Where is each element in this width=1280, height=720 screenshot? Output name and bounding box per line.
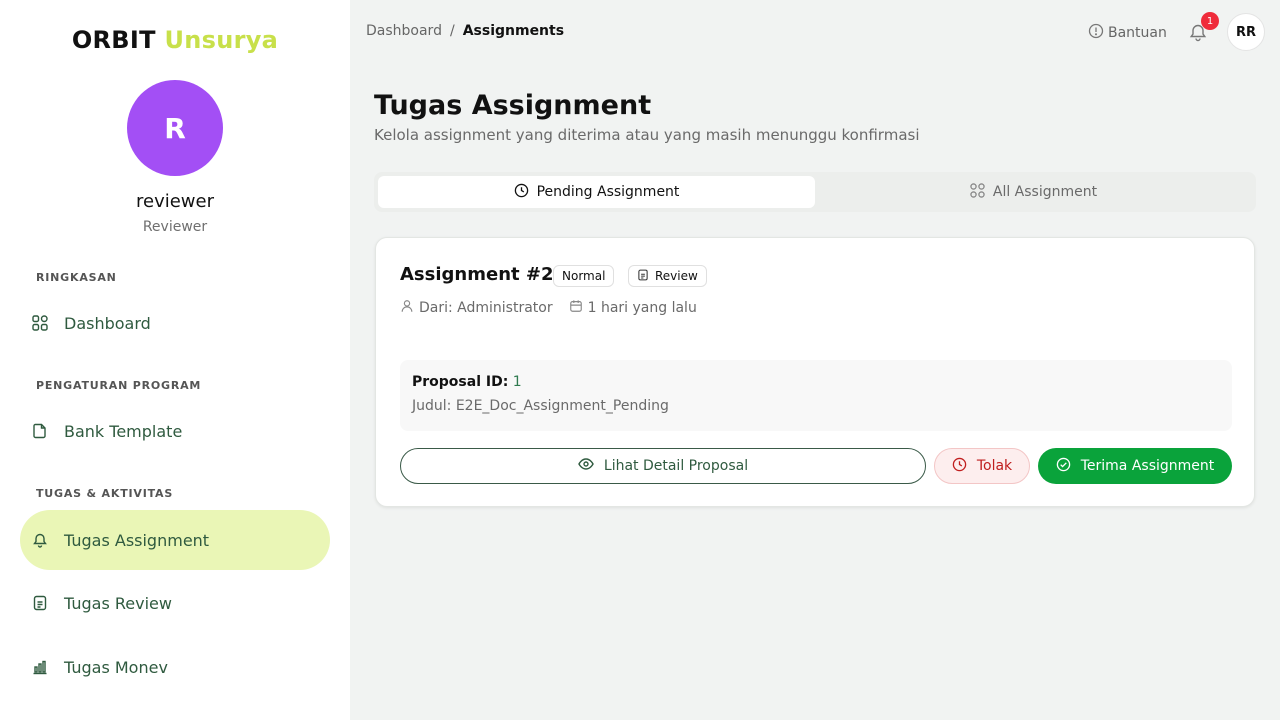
- brand-part1: ORBIT: [71, 26, 156, 54]
- priority-label: Normal: [562, 269, 606, 283]
- proposal-id: Proposal ID: 1: [412, 374, 522, 390]
- assignment-from: Dari: Administrator: [419, 300, 553, 316]
- clock-icon: [514, 183, 529, 202]
- view-proposal-detail-button[interactable]: Lihat Detail Proposal: [400, 448, 926, 484]
- breadcrumb-current: Assignments: [462, 23, 565, 39]
- sidebar-item-label: Bank Template: [64, 421, 183, 441]
- page-subtitle: Kelola assignment yang diterima atau yan…: [374, 126, 920, 144]
- tab-all-assignment[interactable]: All Assignment: [815, 176, 1252, 208]
- assignment-meta: Dari: Administrator 1 hari yang lalu: [400, 299, 697, 317]
- sidebar-item-tugas-assignment[interactable]: Tugas Assignment: [20, 510, 330, 570]
- breadcrumb-dashboard-link[interactable]: Dashboard: [366, 23, 442, 39]
- proposal-info: Proposal ID: 1 Judul: E2E_Doc_Assignment…: [400, 360, 1232, 431]
- help-button[interactable]: Bantuan: [1088, 23, 1167, 43]
- sidebar: ORBIT Unsurya R reviewer Reviewer RINGKA…: [0, 0, 350, 720]
- accept-assignment-button[interactable]: Terima Assignment: [1038, 448, 1232, 484]
- sidebar-item-label: Dashboard: [64, 313, 151, 333]
- clock-icon: [952, 457, 967, 476]
- eye-icon: [578, 456, 594, 476]
- user-role: Reviewer: [142, 219, 208, 235]
- button-label: Terima Assignment: [1080, 458, 1215, 474]
- grid-icon: [32, 315, 48, 331]
- tab-label: Pending Assignment: [536, 184, 680, 200]
- section-label-pengaturan: PENGATURAN PROGRAM: [36, 379, 202, 392]
- user-menu-avatar[interactable]: RR: [1227, 13, 1265, 51]
- sidebar-item-tugas-monev[interactable]: Tugas Monev: [20, 637, 330, 697]
- proposal-id-value: 1: [512, 374, 522, 390]
- brand-part2: Unsurya: [164, 26, 279, 54]
- assignment-tabs: Pending Assignment All Assignment: [374, 172, 1256, 212]
- sidebar-item-bank-template[interactable]: Bank Template: [20, 401, 330, 461]
- section-label-ringkasan: RINGKASAN: [36, 271, 117, 284]
- calendar-icon: [569, 299, 583, 317]
- sidebar-item-label: Tugas Monev: [64, 657, 168, 677]
- user-icon: [400, 299, 414, 317]
- file-text-icon: [637, 269, 649, 284]
- priority-badge: Normal: [553, 265, 615, 287]
- assignment-title: Assignment #2: [400, 264, 554, 285]
- section-label-tugas: TUGAS & AKTIVITAS: [36, 487, 174, 500]
- tab-label: All Assignment: [992, 184, 1098, 200]
- button-label: Lihat Detail Proposal: [603, 458, 749, 474]
- notification-badge: 1: [1201, 12, 1219, 30]
- file-text-icon: [32, 595, 48, 611]
- proposal-judul: Judul: E2E_Doc_Assignment_Pending: [412, 398, 669, 414]
- sidebar-item-label: Tugas Assignment: [64, 530, 210, 550]
- grid-icon: [970, 182, 985, 202]
- check-circle-icon: [1056, 457, 1071, 476]
- brand-logo[interactable]: ORBIT Unsurya: [0, 26, 350, 54]
- type-badge: Review: [628, 265, 707, 287]
- reject-button[interactable]: Tolak: [934, 448, 1030, 484]
- breadcrumb-separator: /: [449, 23, 455, 39]
- sidebar-item-dashboard[interactable]: Dashboard: [20, 293, 330, 353]
- help-icon: [1088, 23, 1104, 43]
- sidebar-item-label: Tugas Review: [64, 593, 172, 613]
- user-name: reviewer: [135, 191, 214, 212]
- assignment-time: 1 hari yang lalu: [587, 300, 697, 316]
- document-icon: [32, 423, 48, 439]
- help-label: Bantuan: [1108, 25, 1167, 41]
- assignment-card: Assignment #2 Normal Review Dari: Admini…: [375, 237, 1255, 507]
- page-title: Tugas Assignment: [374, 90, 652, 121]
- bar-chart-icon: [32, 659, 48, 675]
- type-label: Review: [655, 269, 698, 283]
- tab-pending-assignment[interactable]: Pending Assignment: [378, 176, 815, 208]
- sidebar-item-tugas-review[interactable]: Tugas Review: [20, 573, 330, 633]
- button-label: Tolak: [976, 458, 1013, 474]
- user-avatar: R: [127, 80, 223, 176]
- bell-icon: [32, 532, 48, 548]
- proposal-id-label: Proposal ID:: [412, 374, 509, 390]
- breadcrumb: Dashboard / Assignments: [366, 23, 564, 39]
